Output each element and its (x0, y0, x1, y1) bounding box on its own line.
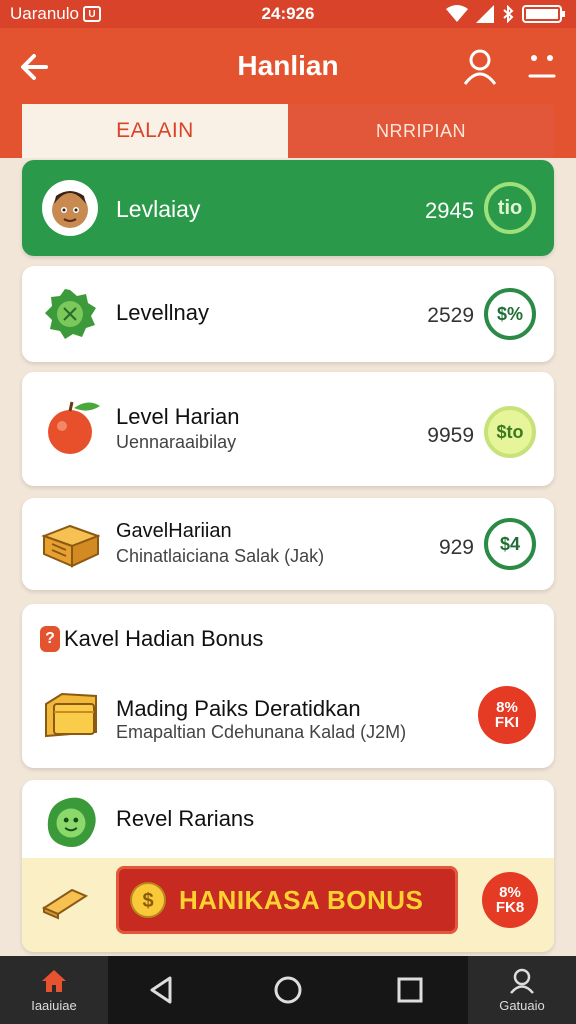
tab-nrripian[interactable]: NRRIPIAN (288, 104, 554, 158)
bottom-navigation: Iaaiuiae Gatuaio (0, 956, 576, 1024)
battery-icon (522, 5, 565, 23)
nav-profile[interactable]: Gatuaio (468, 956, 576, 1024)
revel-card-title: Revel Rarians (116, 806, 255, 831)
user-icon[interactable] (460, 46, 500, 86)
question-badge-icon: ? (40, 626, 60, 652)
smiley-icon[interactable] (522, 46, 562, 86)
coin-icon: $ (130, 882, 166, 918)
level-card-value: 2945 (425, 198, 474, 223)
system-home-icon[interactable] (272, 974, 304, 1006)
green-mascot-icon (47, 797, 96, 848)
hanikasa-bonus-button[interactable]: $ HANIKASA BONUS (116, 866, 458, 934)
bonus-section-header: ? Kavel Hadian Bonus (40, 626, 263, 652)
gold-box-icon (45, 692, 97, 738)
bonus-strip-badge[interactable]: 8% FK8 (482, 872, 538, 928)
bonus-badge-bottom: FKI (494, 714, 520, 731)
level-card-value: 929 (438, 536, 474, 559)
bonus-strip: $ HANIKASA BONUS 8% FK8 (22, 858, 554, 952)
gold-bar-icon (42, 888, 88, 920)
bonus-badge-top: 8% (496, 699, 518, 716)
bonus-strip-badge-top: 8% (499, 884, 521, 901)
bonus-badge[interactable]: 8% FKI (478, 686, 536, 744)
bonus-subtitle: Emapaltian Cdehunana Kalad (J2M) (116, 722, 407, 742)
level-card-title: GavelHariian (116, 520, 232, 542)
level-card-1[interactable]: Levlaiay 2945 tio (22, 160, 554, 256)
level-card-subtitle: Chinatlaiciana Salak (Jak) (116, 546, 325, 566)
level-card-badge[interactable]: $to (484, 406, 536, 458)
status-bar: Uaranulo U 24:926 (0, 0, 576, 28)
level-card-badge[interactable]: $% (484, 288, 536, 340)
system-back-icon[interactable] (146, 974, 178, 1006)
level-card-value: 9959 (427, 424, 474, 447)
nav-profile-label: Gatuaio (499, 997, 545, 1013)
apple-icon (48, 401, 100, 454)
profile-icon (510, 968, 534, 994)
tab-bar: EALAIN NRRIPIAN (0, 104, 576, 158)
carrier-label: Uaranulo (10, 4, 79, 23)
level-card-2[interactable]: Levellnay 2529 $% (22, 266, 554, 362)
level-card-3[interactable]: Level Harian Uennaraaibilay 9959 $to (22, 372, 554, 486)
nav-home[interactable]: Iaaiuiae (0, 956, 108, 1024)
level-card-badge[interactable]: $4 (484, 518, 536, 570)
bonus-button-label: HANIKASA BONUS (179, 884, 424, 915)
character-avatar-icon (42, 180, 98, 236)
bluetooth-icon (503, 5, 514, 23)
bonus-section-heading: Kavel Hadian Bonus (64, 626, 264, 651)
level-card-badge[interactable]: tio (484, 182, 536, 234)
home-icon (42, 969, 66, 992)
leaf-badge-icon (45, 289, 96, 339)
tab-ealain[interactable]: EALAIN (22, 104, 288, 158)
signal-icon (476, 5, 494, 23)
level-card-title: Level Harian (116, 404, 240, 429)
svg-text:$: $ (142, 890, 153, 912)
nav-home-label: Iaaiuiae (31, 997, 77, 1013)
sim-icon: U (83, 6, 101, 22)
app-bar: Hanlian (0, 28, 576, 104)
level-card-title: Levlaiay (116, 196, 201, 222)
level-card-subtitle: Uennaraaibilay (116, 432, 237, 452)
system-recents-icon[interactable] (394, 974, 426, 1006)
bonus-title: Mading Paiks Deratidkan (116, 696, 361, 721)
level-card-title: Levellnay (116, 300, 209, 325)
level-card-4[interactable]: GavelHariian Chinatlaiciana Salak (Jak) … (22, 498, 554, 590)
revel-card[interactable]: Revel Rarians $ HANIKASA BONUS 8% FK8 (22, 780, 554, 952)
back-arrow-icon[interactable] (16, 48, 54, 86)
wifi-icon (446, 5, 468, 22)
bonus-section-card: ? Kavel Hadian Bonus Mading Paiks Derati… (22, 604, 554, 768)
level-card-value: 2529 (427, 304, 474, 327)
bonus-strip-badge-bottom: FK8 (495, 899, 525, 916)
treasure-crate-icon (41, 524, 100, 568)
